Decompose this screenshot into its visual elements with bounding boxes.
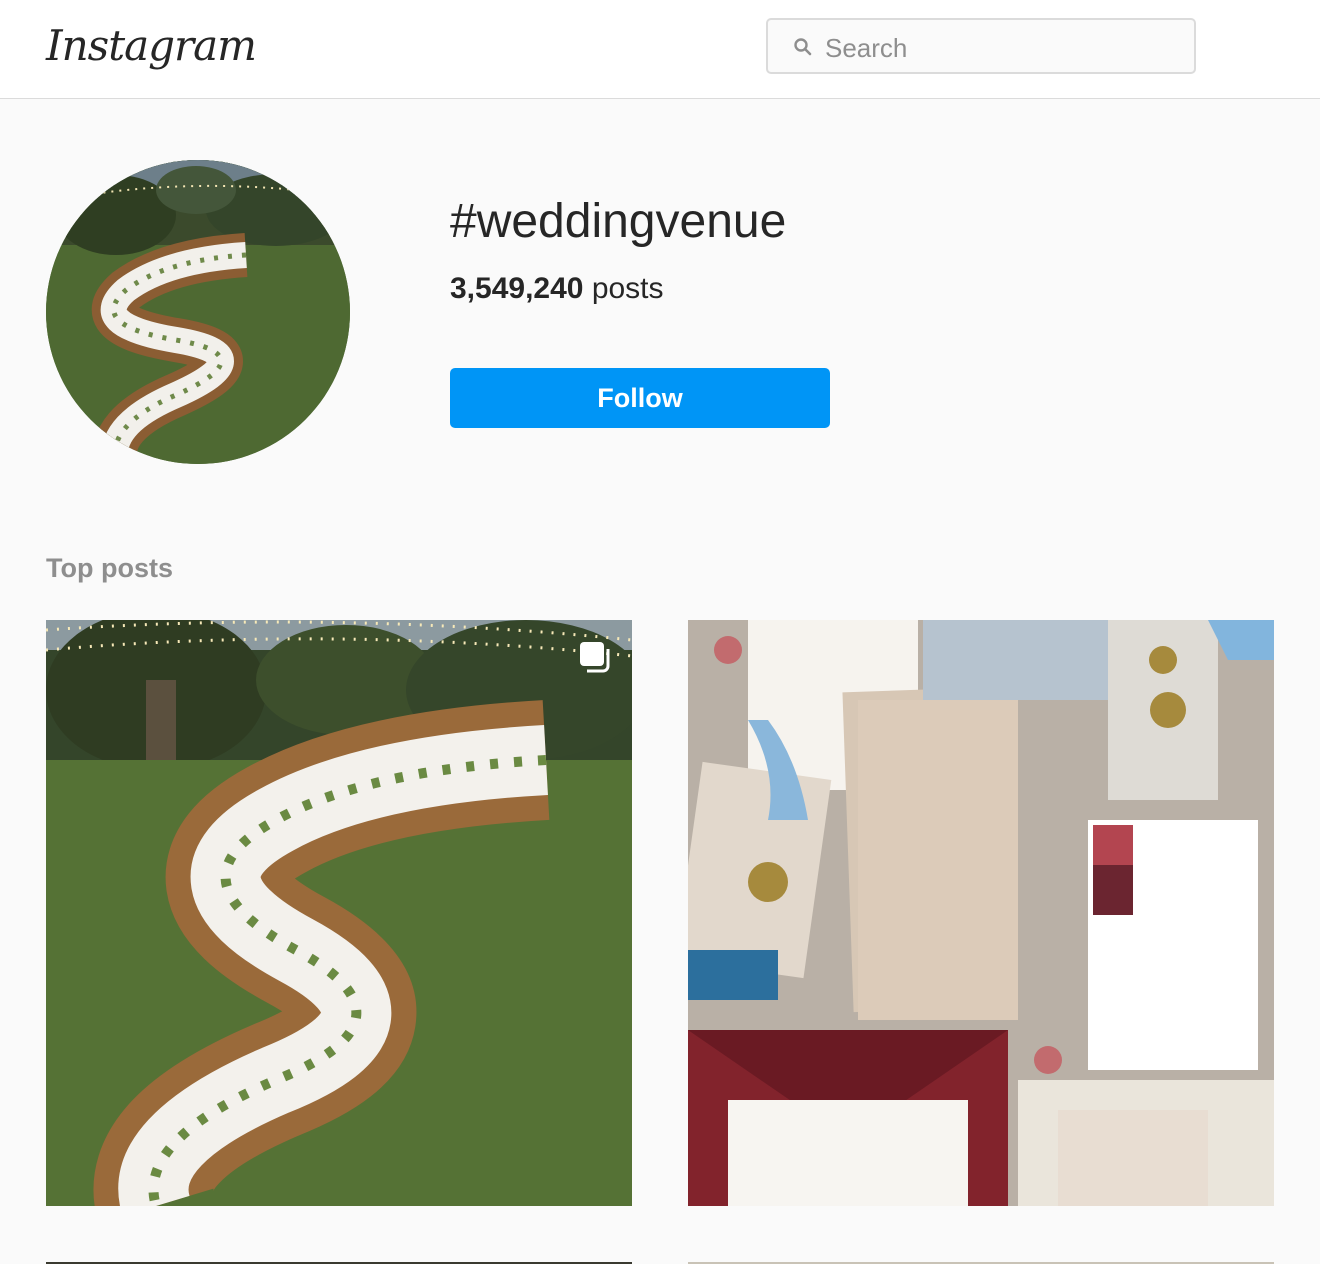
- post-thumbnail[interactable]: [46, 620, 632, 1206]
- instagram-logo[interactable]: Instagram: [46, 18, 257, 74]
- top-posts-heading: Top posts: [46, 553, 173, 583]
- post-thumbnail[interactable]: [688, 620, 1274, 1206]
- hashtag-avatar: [46, 160, 350, 464]
- search-icon: [794, 38, 812, 56]
- hashtag-title: #weddingvenue: [450, 195, 787, 248]
- post-count: 3,549,240 posts: [450, 270, 664, 308]
- post-count-number: 3,549,240: [450, 272, 584, 305]
- top-nav: Instagram Search: [0, 0, 1320, 99]
- search-input[interactable]: Search: [766, 18, 1196, 74]
- follow-button[interactable]: Follow: [450, 368, 830, 428]
- post-count-label: posts: [591, 272, 664, 305]
- search-placeholder: Search: [825, 33, 908, 63]
- multiple-posts-icon: [580, 642, 610, 673]
